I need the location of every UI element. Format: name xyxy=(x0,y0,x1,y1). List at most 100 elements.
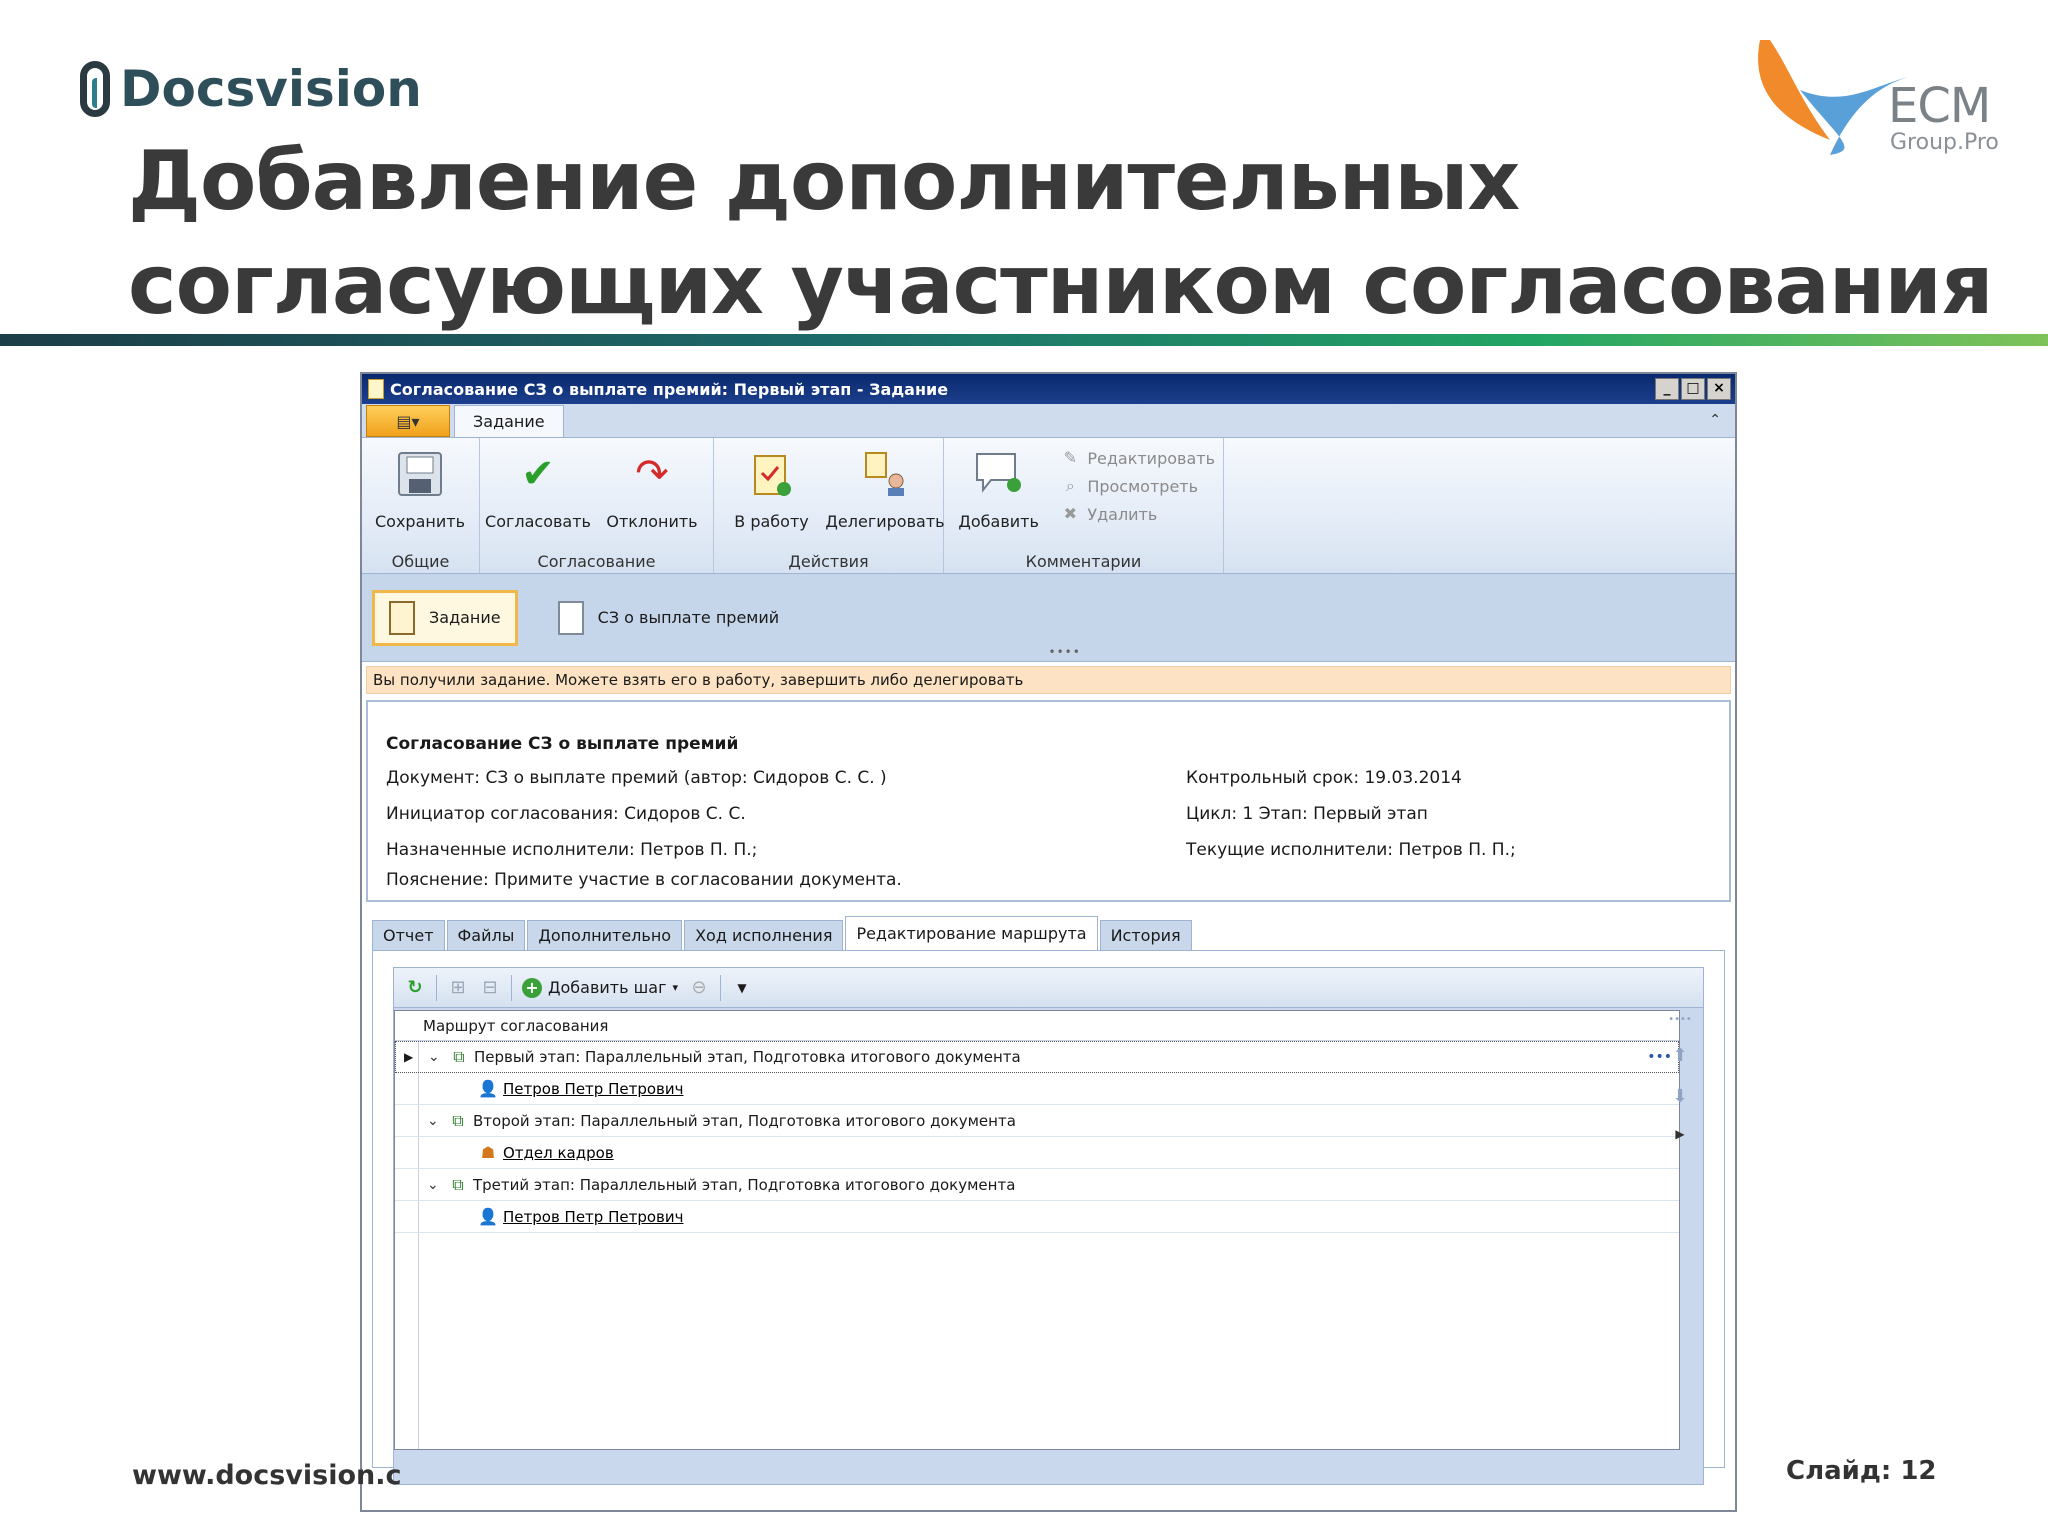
doc-tab-memo[interactable]: СЗ о выплате премий xyxy=(544,593,794,643)
docsvision-logo: Docsvision xyxy=(80,60,422,118)
delegate-icon xyxy=(859,448,911,500)
tab-progress[interactable]: Ход исполнения xyxy=(684,920,844,950)
expand-chevron-icon[interactable]: ⌄ xyxy=(428,1049,448,1065)
dropdown-arrow-icon: ▾ xyxy=(672,981,679,994)
move-up-node-icon[interactable]: ⊞ xyxy=(447,977,469,999)
task-info-panel: Согласование СЗ о выплате премий Докумен… xyxy=(366,700,1731,902)
slide-title: Добавление дополнительных согласующих уч… xyxy=(128,130,1993,338)
move-down-node-icon[interactable]: ⊟ xyxy=(479,977,501,999)
tab-task[interactable]: Задание xyxy=(454,405,564,437)
doc-tab-task[interactable]: Задание xyxy=(372,589,518,646)
delete-comment-button[interactable]: ✖ Удалить xyxy=(1059,504,1215,524)
ribbon: Сохранить Общие ✔ Согласовать ↷ Отклонит… xyxy=(362,438,1735,574)
current-row-indicator-icon: ▶ xyxy=(404,1050,414,1064)
minimize-button[interactable]: _ xyxy=(1655,378,1679,400)
app-window: Согласование СЗ о выплате премий: Первый… xyxy=(360,372,1737,1512)
redo-arrow-icon: ↷ xyxy=(635,451,669,497)
docsvision-logo-mark-icon xyxy=(80,61,110,117)
stage-label: Третий этап: Параллельный этап, Подготов… xyxy=(473,1175,1016,1194)
group-label-general: Общие xyxy=(391,552,450,571)
info-initiator: Инициатор согласования: Сидоров С. С. xyxy=(386,804,746,824)
document-icon xyxy=(557,600,584,635)
view-icon: ⌕ xyxy=(1065,476,1075,495)
stage-node-icon: ⧉ xyxy=(453,1047,465,1066)
expand-right-arrow-icon[interactable]: ▶ xyxy=(1675,1127,1684,1141)
title-line-2: согласующих участником согласования xyxy=(128,238,1993,333)
stage-label: Второй этап: Параллельный этап, Подготов… xyxy=(473,1111,1016,1130)
plus-icon: + xyxy=(522,977,542,998)
tab-route-editing[interactable]: Редактирование маршрута xyxy=(845,916,1098,950)
slide-number: Слайд: 12 xyxy=(1786,1456,1937,1486)
edit-comment-button[interactable]: ✎ Редактировать xyxy=(1059,448,1215,468)
move-down-arrow-icon[interactable]: ⬇ xyxy=(1672,1086,1687,1107)
stage-row-1[interactable]: ▶ ⌄ ⧉ Первый этап: Параллельный этап, По… xyxy=(395,1041,1679,1073)
comment-add-icon xyxy=(973,448,1025,500)
stage-row-3[interactable]: ⌄ ⧉ Третий этап: Параллельный этап, Подг… xyxy=(395,1169,1679,1201)
app-menu-button[interactable]: ▤▾ xyxy=(366,405,450,437)
checkmark-icon: ✔ xyxy=(521,451,555,497)
slide: Docsvision ECM Group.Pro Добавление допо… xyxy=(0,0,2048,1536)
tab-history[interactable]: История xyxy=(1099,920,1192,950)
route-panel: ↻ ⊞ ⊟ + Добавить шаг ▾ ⊖ ▼ Маршрут соглас… xyxy=(372,950,1725,1485)
group-label-approval: Согласование xyxy=(537,552,656,571)
info-cycle: Цикл: 1 Этап: Первый этап xyxy=(1186,804,1428,824)
route-toolbar: ↻ ⊞ ⊟ + Добавить шаг ▾ ⊖ ▼ xyxy=(394,968,1703,1008)
info-note: Пояснение: Примите участие в согласовани… xyxy=(386,870,902,890)
route-frame: ↻ ⊞ ⊟ + Добавить шаг ▾ ⊖ ▼ Маршрут соглас… xyxy=(393,967,1704,1485)
info-deadline: Контрольный срок: 19.03.2014 xyxy=(1186,768,1462,788)
view-comment-button[interactable]: ⌕ Просмотреть xyxy=(1059,476,1215,496)
member-link[interactable]: Отдел кадров xyxy=(503,1144,614,1162)
panel-grip-icon: •••• xyxy=(1668,1014,1692,1025)
tab-additional[interactable]: Дополнительно xyxy=(527,920,683,950)
tab-report[interactable]: Отчет xyxy=(372,920,445,950)
add-step-button[interactable]: + Добавить шаг ▾ xyxy=(522,977,679,998)
footer-url: www.docsvision.c xyxy=(132,1460,402,1491)
move-up-arrow-icon[interactable]: ⬆ xyxy=(1672,1045,1687,1066)
member-row-3[interactable]: 👤 Петров Петр Петрович xyxy=(395,1201,1679,1233)
window-title: Согласование СЗ о выплате премий: Первый… xyxy=(390,379,949,399)
task-icon xyxy=(368,379,384,399)
main-tab-strip: Отчет Файлы Дополнительно Ход исполнения… xyxy=(362,916,1735,950)
info-current: Текущие исполнители: Петров П. П.; xyxy=(1186,840,1516,860)
person-icon: 👤 xyxy=(478,1206,498,1226)
toolbar-overflow-icon[interactable]: ▼ xyxy=(731,977,753,999)
group-actions: В работу Делегировать Действия xyxy=(714,438,945,573)
clipboard-add-icon xyxy=(746,448,798,500)
reorder-controls: •••• ⬆ ⬇ ▶ xyxy=(1665,1010,1695,1141)
edit-icon: ✎ xyxy=(1063,448,1078,467)
group-label-actions: Действия xyxy=(788,552,869,571)
splitter-grip-icon[interactable]: •••• xyxy=(1049,645,1081,659)
group-label-comments: Комментарии xyxy=(1025,552,1142,571)
ribbon-tab-strip: ▤▾ Задание ⌃ xyxy=(362,404,1735,438)
info-document: Документ: СЗ о выплате премий (автор: Си… xyxy=(386,768,887,788)
remove-step-icon[interactable]: ⊖ xyxy=(688,977,710,999)
tab-files[interactable]: Файлы xyxy=(446,920,526,950)
member-row-1[interactable]: 👤 Петров Петр Петрович xyxy=(395,1073,1679,1105)
stage-row-2[interactable]: ⌄ ⧉ Второй этап: Параллельный этап, Подг… xyxy=(395,1105,1679,1137)
member-row-2[interactable]: ☗ Отдел кадров xyxy=(395,1137,1679,1169)
member-link[interactable]: Петров Петр Петрович xyxy=(503,1080,683,1098)
close-button[interactable]: × xyxy=(1707,378,1731,400)
expand-chevron-icon[interactable]: ⌄ xyxy=(427,1177,447,1193)
maximize-button[interactable]: □ xyxy=(1681,378,1705,400)
expand-chevron-icon[interactable]: ⌄ xyxy=(427,1113,447,1129)
info-assigned: Назначенные исполнители: Петров П. П.; xyxy=(386,840,758,860)
brand-name: Docsvision xyxy=(120,60,422,118)
person-icon: 👤 xyxy=(478,1078,498,1098)
group-general: Сохранить Общие xyxy=(362,438,480,573)
title-line-1: Добавление дополнительных xyxy=(128,134,1520,229)
stage-node-icon: ⧉ xyxy=(452,1174,464,1194)
title-gradient-bar xyxy=(0,334,2048,346)
refresh-icon[interactable]: ↻ xyxy=(404,977,426,999)
ribbon-collapse-icon[interactable]: ⌃ xyxy=(1709,412,1721,428)
stage-label: Первый этап: Параллельный этап, Подготов… xyxy=(474,1048,1021,1066)
task-notice: Вы получили задание. Можете взять его в … xyxy=(366,666,1731,694)
group-comments: Добавить ✎ Редактировать ⌕ Просмотреть ✖ Уд… xyxy=(944,438,1224,573)
delete-icon: ✖ xyxy=(1063,504,1078,523)
group-approval: ✔ Согласовать ↷ Отклонить Согласование xyxy=(480,438,714,573)
save-icon xyxy=(394,448,446,500)
tree-column-header: Маршрут согласования xyxy=(395,1011,1679,1041)
department-icon: ☗ xyxy=(480,1142,496,1162)
member-link[interactable]: Петров Петр Петрович xyxy=(503,1208,683,1226)
stage-node-icon: ⧉ xyxy=(452,1110,464,1130)
